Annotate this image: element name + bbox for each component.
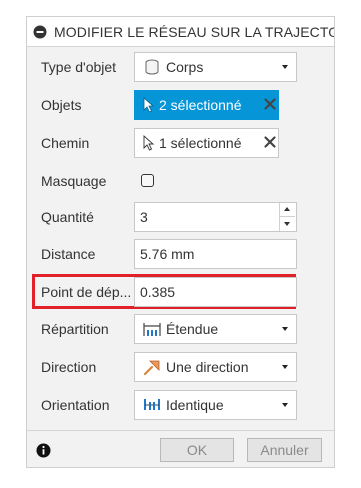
orientation-value: Identique [166, 397, 224, 413]
object-type-value: Corps [166, 59, 204, 75]
ok-button[interactable]: OK [160, 438, 234, 462]
path-select-value: 1 sélectionné [159, 135, 242, 151]
objects-select-value: 2 sélectionné [159, 97, 242, 113]
start-point-row: Point de dép... 0.385 [27, 274, 334, 309]
body-icon [145, 59, 159, 75]
distance-row: Distance 5.76 mm [27, 238, 334, 270]
orientation-row: Orientation Identique [27, 389, 334, 421]
quantity-value: 3 [140, 209, 148, 225]
collapse-icon[interactable] [33, 25, 47, 39]
objects-label: Objets [41, 97, 82, 113]
orientation-label: Orientation [41, 397, 110, 413]
masking-checkbox[interactable] [141, 174, 154, 187]
distribution-dropdown[interactable]: Étendue [134, 314, 297, 344]
start-point-label: Point de dép... [41, 284, 132, 300]
distance-label: Distance [41, 246, 96, 262]
path-row: Chemin 1 sélectionné [27, 127, 334, 159]
quantity-row: Quantité 3 [27, 201, 334, 233]
direction-dropdown[interactable]: Une direction [134, 352, 297, 382]
direction-icon [143, 360, 160, 376]
chevron-down-icon [282, 365, 288, 369]
arrow-up-icon [284, 207, 290, 211]
cursor-icon [143, 97, 155, 113]
distance-field[interactable]: 5.76 mm [134, 239, 297, 269]
dialog: MODIFIER LE RÉSEAU SUR LA TRAJECTOI Type… [26, 16, 335, 468]
info-icon[interactable] [36, 443, 51, 458]
increment-button[interactable] [280, 203, 295, 217]
objects-row: Objets 2 sélectionné [27, 89, 334, 121]
masking-row: Masquage [27, 165, 334, 197]
quantity-label: Quantité [41, 209, 94, 225]
object-type-dropdown[interactable]: Corps [134, 52, 297, 82]
distribution-row: Répartition Étendue [27, 313, 334, 345]
arrow-down-icon [284, 222, 290, 226]
distribution-label: Répartition [41, 321, 109, 337]
dialog-title: MODIFIER LE RÉSEAU SUR LA TRAJECTOI [54, 23, 334, 40]
orientation-dropdown[interactable]: Identique [134, 390, 297, 420]
dialog-footer: OK Annuler [27, 430, 334, 469]
quantity-spin-buttons [279, 203, 296, 231]
start-point-field[interactable]: 0.385 [134, 277, 297, 307]
direction-row: Direction Une direction [27, 351, 334, 383]
masking-label: Masquage [41, 173, 107, 189]
object-type-label: Type d'objet [41, 59, 117, 75]
cancel-button[interactable]: Annuler [247, 438, 322, 462]
clear-path-icon[interactable] [263, 135, 277, 149]
dialog-titlebar: MODIFIER LE RÉSEAU SUR LA TRAJECTOI [27, 17, 334, 47]
decrement-button[interactable] [280, 217, 295, 231]
direction-label: Direction [41, 359, 97, 375]
distance-value: 5.76 mm [140, 246, 195, 262]
path-select-button[interactable]: 1 sélectionné [134, 128, 279, 158]
extent-icon [143, 323, 161, 336]
distribution-value: Étendue [166, 321, 219, 337]
object-type-row: Type d'objet Corps [27, 51, 334, 83]
chevron-down-icon [282, 65, 288, 69]
start-point-value: 0.385 [140, 284, 176, 300]
quantity-stepper[interactable]: 3 [134, 202, 297, 232]
chevron-down-icon [282, 327, 288, 331]
objects-select-button[interactable]: 2 sélectionné [134, 90, 279, 120]
clear-objects-icon[interactable] [263, 97, 277, 111]
identical-icon [144, 399, 160, 410]
direction-value: Une direction [166, 359, 249, 375]
path-label: Chemin [41, 135, 90, 151]
cursor-icon [143, 135, 155, 151]
chevron-down-icon [282, 403, 288, 407]
